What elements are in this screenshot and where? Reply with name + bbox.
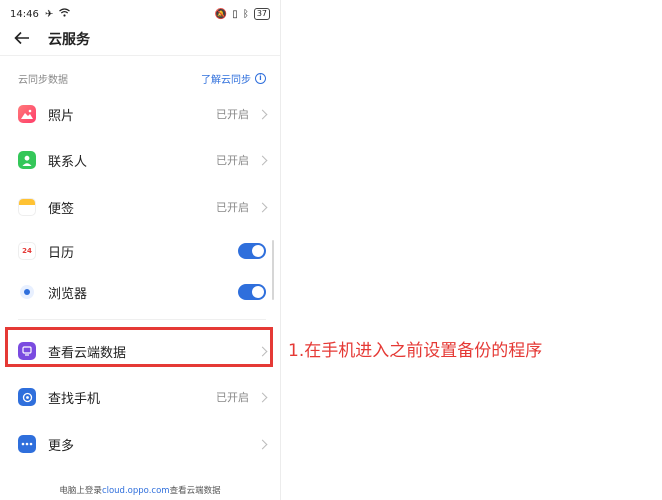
calendar-day: 24 xyxy=(22,247,32,255)
page-title: 云服务 xyxy=(48,32,90,48)
row-photos[interactable]: 照片 已开启 xyxy=(18,100,268,128)
contacts-icon xyxy=(18,151,36,169)
find-phone-icon xyxy=(18,388,36,406)
row-label: 联系人 xyxy=(48,154,88,170)
learn-sync-link-text: 了解云同步 xyxy=(201,74,251,86)
browser-icon xyxy=(18,283,36,301)
row-contacts[interactable]: 联系人 已开启 xyxy=(18,146,268,174)
footer-suffix: 查看云端数据 xyxy=(169,486,221,496)
row-find-phone[interactable]: 查找手机 已开启 xyxy=(18,383,268,411)
toggle-knob xyxy=(252,286,264,298)
info-icon: i xyxy=(255,72,266,84)
divider xyxy=(0,55,280,56)
bluetooth-icon: ᛒ xyxy=(242,8,249,20)
status-bar: 14:46 ✈ 🔕 ▯ ᛒ 37 xyxy=(10,6,270,22)
photos-icon xyxy=(18,105,36,123)
row-calendar: 24 日历 xyxy=(18,237,266,265)
footer-domain-link[interactable]: cloud.oppo.com xyxy=(102,486,170,496)
footer-prefix: 电脑上登录 xyxy=(59,486,102,496)
vibrate-icon: ▯ xyxy=(232,8,238,20)
row-label: 查找手机 xyxy=(48,391,101,407)
row-status: 已开启 xyxy=(216,201,249,214)
battery-indicator: 37 xyxy=(253,8,270,20)
mute-icon: 🔕 xyxy=(214,8,228,20)
airplane-icon: ✈ xyxy=(44,8,54,20)
row-notes[interactable]: 便签 已开启 xyxy=(18,193,268,221)
scrollbar[interactable] xyxy=(272,240,274,300)
row-browser: 浏览器 xyxy=(18,278,266,306)
row-status: 已开启 xyxy=(216,154,249,167)
row-label: 照片 xyxy=(48,108,75,124)
chevron-right-icon xyxy=(257,109,268,119)
row-status: 已开启 xyxy=(216,108,249,121)
learn-sync-link[interactable]: 了解云同步 i xyxy=(201,71,266,86)
highlight-box xyxy=(5,327,273,367)
row-more[interactable]: 更多 xyxy=(18,430,268,458)
footer-hint: 电脑上登录cloud.oppo.com查看云端数据 xyxy=(0,484,280,496)
section-label: 云同步数据 xyxy=(18,74,68,86)
row-label: 浏览器 xyxy=(48,286,88,302)
chevron-right-icon xyxy=(257,155,268,165)
back-arrow-icon[interactable] xyxy=(14,30,36,49)
section-header: 云同步数据 了解云同步 i xyxy=(18,70,266,86)
status-time: 14:46 xyxy=(10,8,39,20)
app-bar: 云服务 xyxy=(0,26,280,52)
notes-icon xyxy=(18,198,36,216)
calendar-sync-toggle[interactable] xyxy=(238,243,266,259)
browser-sync-toggle[interactable] xyxy=(238,284,266,300)
calendar-icon: 24 xyxy=(18,242,36,260)
wifi-icon xyxy=(59,8,71,20)
toggle-knob xyxy=(252,245,264,257)
divider xyxy=(18,319,266,320)
row-label: 更多 xyxy=(48,438,75,454)
phone-screen: 14:46 ✈ 🔕 ▯ ᛒ 37 云服务 云同步数据 了解云同步 i 照片 已开… xyxy=(0,0,281,500)
chevron-right-icon xyxy=(257,439,268,449)
chevron-right-icon xyxy=(257,202,268,212)
row-label: 日历 xyxy=(48,245,75,261)
row-status: 已开启 xyxy=(216,391,249,404)
row-label: 便签 xyxy=(48,201,75,217)
more-icon xyxy=(18,435,36,453)
annotation-text: 1.在手机进入之前设置备份的程序 xyxy=(288,341,543,361)
chevron-right-icon xyxy=(257,392,268,402)
